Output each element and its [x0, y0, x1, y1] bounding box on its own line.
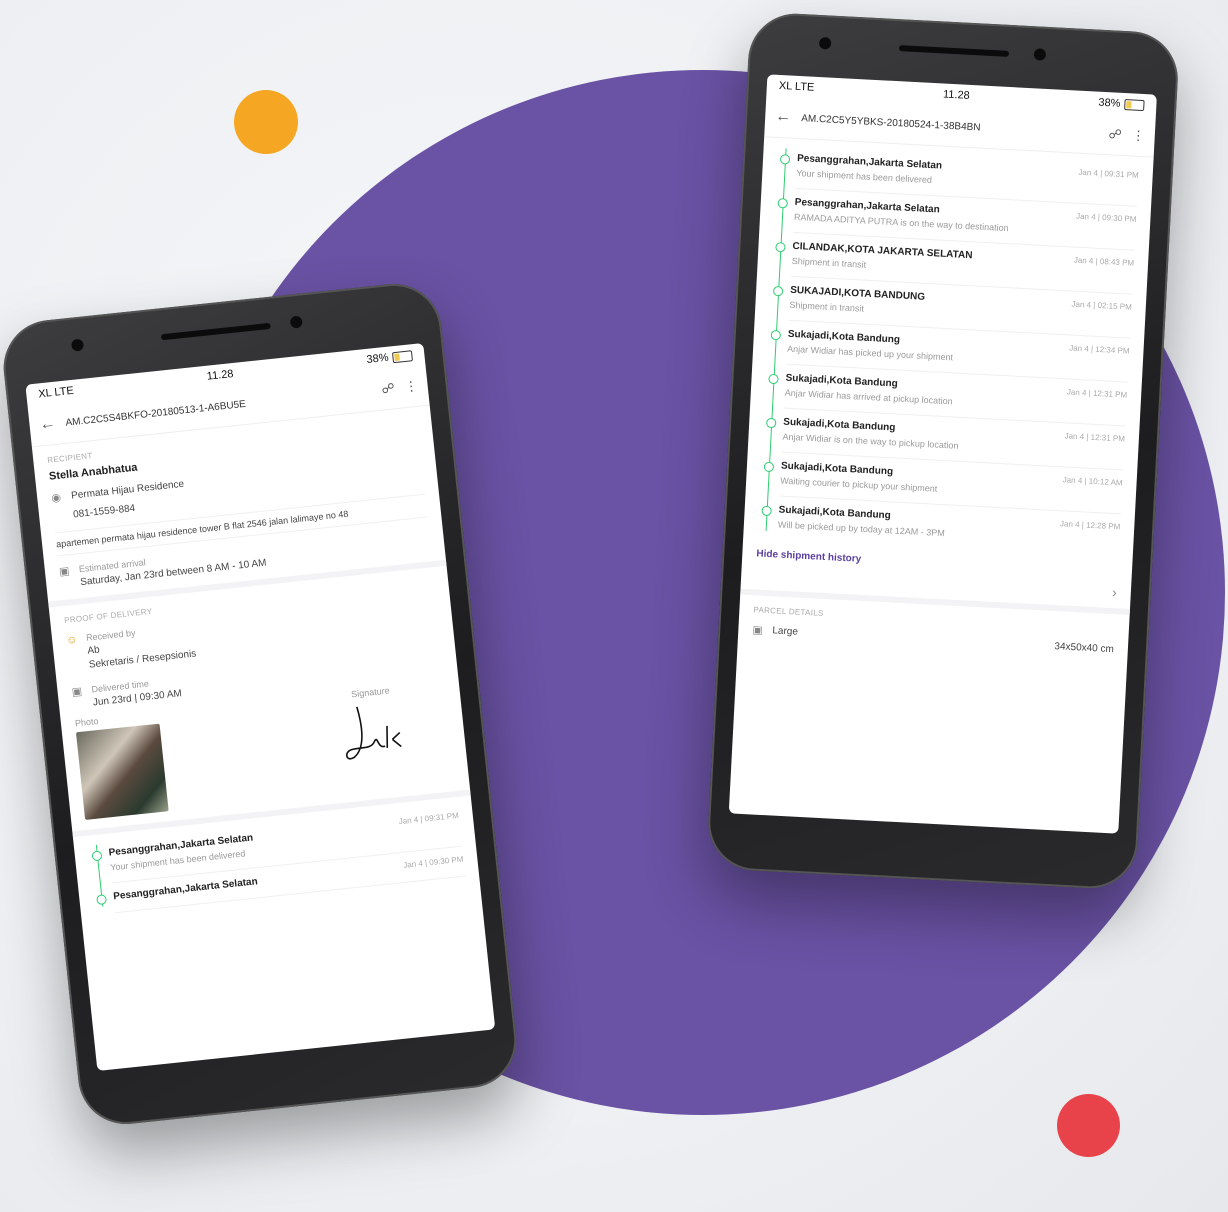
- phone-screen: XL LTE 11.28 38% ← AM.C2C5S4BKFO-2018051…: [25, 342, 496, 1071]
- history-time: Jan 4 | 02:15 PM: [1071, 299, 1133, 312]
- history-time: Jan 4 | 09:30 PM: [1075, 211, 1137, 224]
- parcel-dimensions: 34x50x40 cm: [1054, 640, 1115, 655]
- location-pin-icon: ◉: [50, 491, 62, 505]
- timeline-node-icon: [761, 505, 772, 517]
- sensor-icon: [818, 36, 832, 50]
- clock: 11.28: [206, 368, 235, 383]
- history-time: Jan 4 | 10:12 AM: [1062, 475, 1123, 488]
- calendar-icon: ▣: [58, 565, 71, 579]
- recipient-place: Permata Hijau Residence: [70, 478, 185, 502]
- speaker-grille: [898, 45, 1010, 57]
- battery-icon: [391, 349, 413, 363]
- history-location: Pesanggrahan,Jakarta Selatan: [112, 876, 259, 903]
- more-menu-icon[interactable]: ⋮: [404, 378, 419, 395]
- chevron-right-icon[interactable]: ›: [1112, 584, 1118, 600]
- timeline-node-icon: [772, 285, 784, 297]
- back-arrow-icon[interactable]: ←: [775, 108, 792, 127]
- timeline-node-icon: [96, 894, 108, 906]
- front-camera-icon: [1033, 48, 1047, 61]
- history-time: Jan 4 | 08:43 PM: [1073, 255, 1135, 268]
- battery-icon: [1124, 98, 1145, 111]
- history-location: Sukajadi,Kota Bandung: [783, 416, 896, 434]
- parcel-size: Large: [772, 625, 799, 638]
- history-location: Sukajadi,Kota Bandung: [780, 460, 894, 478]
- front-camera-icon: [289, 315, 303, 329]
- history-location: Sukajadi,Kota Bandung: [785, 372, 898, 390]
- history-location: Sukajadi,Kota Bandung: [778, 504, 892, 522]
- carrier-label: XL LTE: [778, 79, 815, 94]
- back-arrow-icon[interactable]: ←: [39, 415, 57, 435]
- timeline-node-icon: [777, 198, 789, 209]
- timeline-node-icon: [765, 417, 777, 429]
- history-time: Jan 4 | 12:34 PM: [1068, 343, 1130, 356]
- calendar-icon: ▣: [71, 685, 83, 699]
- share-icon[interactable]: ☍: [381, 380, 396, 397]
- battery-percent: 38%: [365, 351, 390, 366]
- phone-left: XL LTE 11.28 38% ← AM.C2C5S4BKFO-2018051…: [0, 279, 522, 1129]
- timeline-node-icon: [91, 850, 103, 862]
- timeline-node-icon: [775, 241, 786, 253]
- more-menu-icon[interactable]: ⋮: [1131, 127, 1145, 144]
- history-time: Jan 4 | 09:31 PM: [398, 810, 460, 827]
- signature-image: [345, 706, 402, 760]
- box-icon: ▣: [752, 624, 764, 637]
- battery-percent: 38%: [1098, 96, 1121, 110]
- timeline-node-icon: [763, 461, 775, 473]
- history-location: Sukajadi,Kota Bandung: [787, 328, 901, 346]
- delivery-photo[interactable]: [75, 723, 169, 820]
- timeline-node-icon: [768, 373, 779, 385]
- timeline-node-icon: [779, 154, 791, 165]
- decor-red-dot: [1057, 1094, 1120, 1157]
- carrier-label: XL LTE: [37, 384, 75, 401]
- phone-screen: XL LTE 11.28 38% ← AM.C2C5Y5YBKS-2018052…: [728, 74, 1157, 834]
- tracking-number: AM.C2C5Y5YBKS-20180524-1-38B4BN: [800, 112, 981, 134]
- share-icon[interactable]: ☍: [1108, 126, 1122, 143]
- speaker-grille: [160, 322, 271, 341]
- history-time: Jan 4 | 09:31 PM: [1078, 167, 1139, 180]
- clock: 11.28: [942, 88, 971, 102]
- recipient-phone: 081-1559-884: [72, 503, 136, 521]
- history-time: Jan 4 | 12:28 PM: [1059, 519, 1121, 532]
- history-time: Jan 4 | 12:31 PM: [1066, 387, 1128, 400]
- shipment-history: Pesanggrahan,Jakarta Selatan Jan 4 | 09:3…: [743, 137, 1154, 564]
- history-time: Jan 4 | 12:31 PM: [1064, 431, 1126, 444]
- history-time: Jan 4 | 09:30 PM: [402, 854, 464, 870]
- timeline-node-icon: [770, 329, 782, 341]
- decor-orange-dot: [234, 90, 298, 154]
- phone-right: XL LTE 11.28 38% ← AM.C2C5Y5YBKS-2018052…: [705, 11, 1181, 891]
- proof-of-delivery-section: Proof of delivery ☺ Received by Ab Sekre…: [48, 565, 471, 838]
- receiver-icon: ☺: [65, 633, 79, 647]
- sensor-icon: [70, 338, 85, 352]
